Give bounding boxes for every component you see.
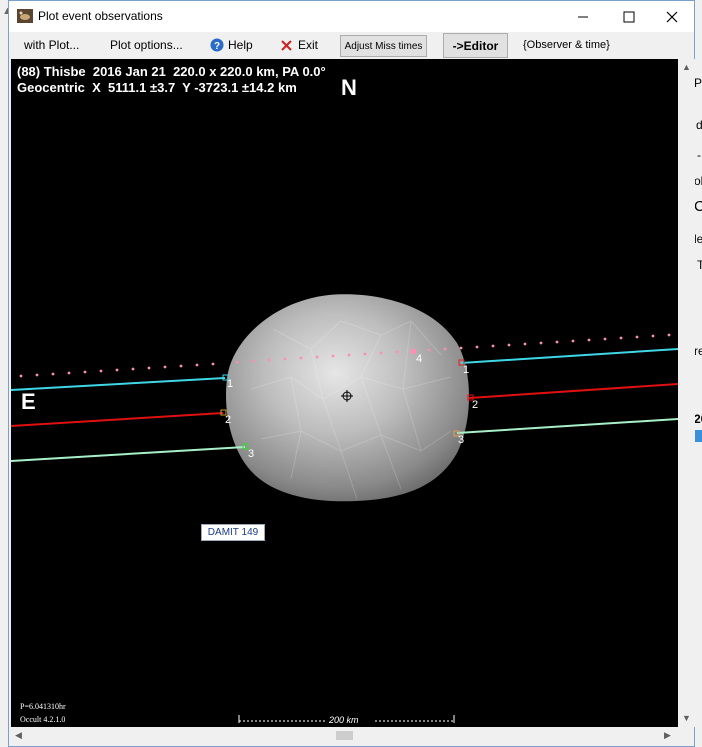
menu-plot-options[interactable]: Plot options... [110,38,183,52]
app-icon [17,9,33,23]
title-bar[interactable]: Plot event observations [9,1,694,32]
menu-help[interactable]: ? Help [210,38,253,52]
minimize-icon [578,16,588,17]
chord-label: 2 [225,414,232,426]
maximize-button[interactable] [606,1,652,32]
scroll-left-icon[interactable]: ◀ [15,730,22,741]
close-button[interactable] [649,1,695,32]
chord-label: 3 [248,448,255,460]
horizontal-scrollbar[interactable]: ◀ ▶ [11,727,678,744]
vertical-scroll-track[interactable] [680,79,693,707]
window-title: Plot event observations [38,9,163,23]
chord-label: 1 [227,378,234,390]
scroll-down-icon[interactable]: ▼ [682,713,691,723]
exit-x-icon [281,39,292,51]
menu-bar: with Plot... Plot options... ? Help Exit… [9,32,694,59]
geocentric-coordinates: Geocentric X 5111.1 ±3.7 Y -3723.1 ±14.2… [17,80,297,95]
chord-label: 4 [416,353,423,365]
vertical-scrollbar[interactable]: ▲ ▼ [678,59,695,727]
background-fragment: 20 [694,412,702,426]
help-icon: ? [210,38,224,52]
chord-label: 2 [472,399,479,411]
maximize-icon [623,11,635,22]
editor-button[interactable]: ->Editor [443,33,508,58]
background-fragment: le [694,232,702,246]
plot-window: Plot event observations with Plot... Plo… [8,0,695,747]
rotation-period: P=6.041310hr [20,702,66,711]
occult-version: Occult 4.2.1.0 [20,715,66,724]
menu-help-label: Help [228,38,253,52]
north-label: N [341,75,357,100]
horizontal-scroll-thumb[interactable] [336,731,353,740]
menu-exit-label: Exit [298,38,319,52]
east-label: E [21,389,36,414]
background-fragment: d [696,118,702,132]
background-fragment: C [694,198,702,215]
chord-label: 3 [458,434,465,446]
damit-model-label: DAMIT 149 [201,524,265,541]
adjust-miss-times-button[interactable]: Adjust Miss times [340,35,427,57]
background-fragment: - [697,148,701,162]
close-icon [666,11,678,22]
menu-exit[interactable]: Exit [281,38,318,52]
background-selection [695,430,702,442]
svg-text:?: ? [214,41,220,52]
background-fragment: re [694,344,702,358]
background-fragment: Pl [694,76,702,90]
scroll-right-icon[interactable]: ▶ [664,730,671,741]
event-title: (88) Thisbe 2016 Jan 21 220.0 x 220.0 km… [17,64,326,79]
background-fragment: ok [694,174,702,188]
plot-canvas [11,294,678,723]
chord-label: 1 [463,364,470,376]
minimize-button[interactable] [560,1,606,32]
menu-with-plot[interactable]: with Plot... [24,38,79,52]
menu-observer-time[interactable]: {Observer & time} [523,39,610,51]
scale-label: 200 km [329,715,359,725]
scroll-up-icon[interactable]: ▲ [682,62,691,72]
background-fragment: T [697,258,702,272]
plot-area[interactable]: (88) Thisbe 2016 Jan 21 220.0 x 220.0 km… [11,59,678,727]
